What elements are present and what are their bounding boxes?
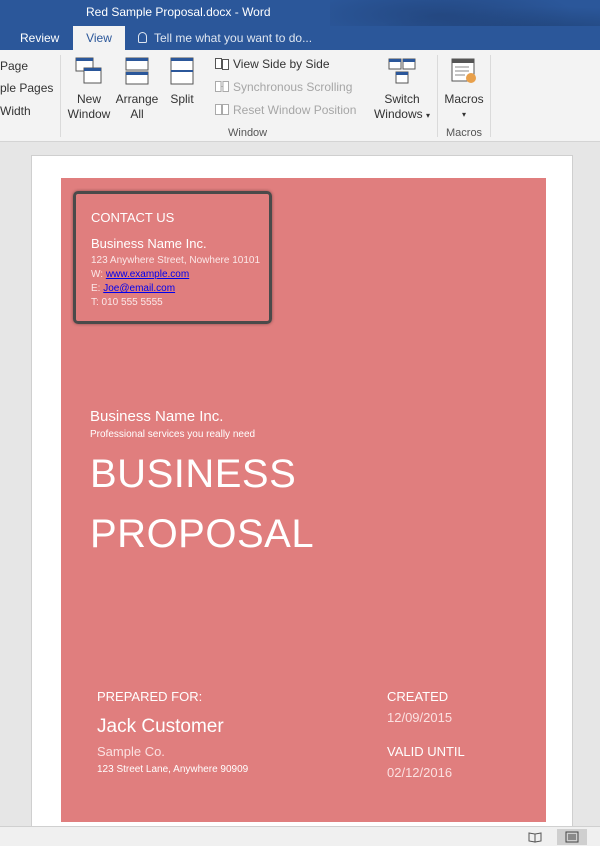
email-link[interactable]: Joe@email.com xyxy=(103,283,175,294)
customer-company: Sample Co. xyxy=(97,744,165,759)
switch-windows-label-2: Windows ▾ xyxy=(373,107,431,121)
window-title: Red Sample Proposal.docx - Word xyxy=(86,5,271,19)
page-width-button[interactable]: Width xyxy=(0,104,31,118)
title-line-1: BUSINESS xyxy=(90,452,297,496)
created-label: CREATED xyxy=(387,689,449,704)
multiple-pages-button[interactable]: ple Pages xyxy=(0,81,53,95)
tab-review[interactable]: Review xyxy=(20,26,59,50)
contact-phone: T: 010 555 5555 xyxy=(91,297,163,308)
arrange-all-label-2: All xyxy=(130,107,144,121)
valid-until-label: VALID UNTIL xyxy=(387,744,465,759)
ribbon-separator xyxy=(490,55,491,137)
email-prefix: E: xyxy=(91,283,104,294)
tell-me-text: Tell me what you want to do... xyxy=(154,31,313,45)
macros-group-label: Macros xyxy=(446,127,483,139)
synchronous-scrolling-label: Synchronous Scrolling xyxy=(233,80,353,94)
created-date: 12/09/2015 xyxy=(387,710,453,725)
web-prefix: W: xyxy=(91,269,106,280)
split-button[interactable]: Split xyxy=(163,56,201,107)
arrange-all-label-1: Arrange xyxy=(115,92,159,106)
chevron-down-icon: ▾ xyxy=(461,110,466,119)
reset-window-icon xyxy=(215,104,229,115)
new-window-label-1: New xyxy=(76,92,101,106)
title-line-2: PROPOSAL xyxy=(90,512,315,556)
contact-address: 123 Anywhere Street, Nowhere 10101 xyxy=(91,255,260,266)
split-icon xyxy=(170,57,194,85)
read-mode-button[interactable] xyxy=(520,829,550,845)
ribbon-separator xyxy=(437,55,438,137)
valid-until-date: 02/12/2016 xyxy=(387,765,453,780)
synchronous-scrolling-button[interactable]: Synchronous Scrolling xyxy=(215,80,352,94)
macros-label: Macros xyxy=(444,92,484,106)
contact-business-name: Business Name Inc. xyxy=(91,236,207,251)
arrange-all-icon xyxy=(125,57,149,85)
business-name: Business Name Inc. xyxy=(90,408,224,425)
document-page[interactable]: CONTACT US Business Name Inc. 123 Anywhe… xyxy=(31,155,573,835)
chevron-down-icon: ▾ xyxy=(426,111,431,120)
lightbulb-icon xyxy=(138,32,147,43)
contact-heading: CONTACT US xyxy=(91,210,175,225)
website-link[interactable]: www.example.com xyxy=(106,269,189,280)
switch-windows-label-1: Switch xyxy=(384,92,420,106)
ribbon-separator xyxy=(60,55,61,137)
customer-address: 123 Street Lane, Anywhere 90909 xyxy=(97,764,249,775)
tab-view[interactable]: View xyxy=(73,26,125,50)
split-label: Split xyxy=(170,92,194,106)
document-area[interactable]: CONTACT US Business Name Inc. 123 Anywhe… xyxy=(0,143,600,835)
tell-me-box[interactable]: Tell me what you want to do... xyxy=(138,26,312,50)
macros-button[interactable]: Macros ▾ xyxy=(440,56,488,122)
print-layout-icon xyxy=(565,831,579,843)
arrange-all-button[interactable]: Arrange All xyxy=(113,56,161,122)
view-side-by-side-button[interactable]: View Side by Side xyxy=(215,57,330,71)
ribbon: Page ple Pages Width New Window Arrange … xyxy=(0,50,600,142)
contact-web-line: W: www.example.com xyxy=(91,269,189,280)
view-side-by-side-label: View Side by Side xyxy=(233,57,330,71)
switch-windows-button[interactable]: Switch Windows ▾ xyxy=(369,56,435,123)
window-group-label: Window xyxy=(228,127,268,139)
switch-windows-icon xyxy=(388,58,416,84)
ribbon-tabs: Review View Tell me what you want to do.… xyxy=(0,26,600,50)
cover-page: CONTACT US Business Name Inc. 123 Anywhe… xyxy=(61,178,546,822)
reset-window-position-label: Reset Window Position xyxy=(233,103,357,117)
contact-box[interactable]: CONTACT US Business Name Inc. 123 Anywhe… xyxy=(73,191,272,324)
one-page-button[interactable]: Page xyxy=(0,59,28,73)
new-window-button[interactable]: New Window xyxy=(65,56,113,122)
title-bar: Red Sample Proposal.docx - Word xyxy=(0,0,600,50)
side-by-side-icon xyxy=(215,58,229,70)
tagline: Professional services you really need xyxy=(90,429,256,440)
customer-name: Jack Customer xyxy=(97,716,224,737)
new-window-icon xyxy=(75,57,102,84)
reset-window-position-button[interactable]: Reset Window Position xyxy=(215,103,356,117)
status-bar xyxy=(0,826,600,846)
book-icon xyxy=(528,832,542,843)
macros-icon xyxy=(451,58,476,83)
sync-scroll-icon xyxy=(215,81,229,92)
print-layout-button[interactable] xyxy=(557,829,587,845)
new-window-label-2: Window xyxy=(67,107,111,121)
prepared-for-label: PREPARED FOR: xyxy=(97,689,203,704)
contact-email-line: E: Joe@email.com xyxy=(91,283,175,294)
